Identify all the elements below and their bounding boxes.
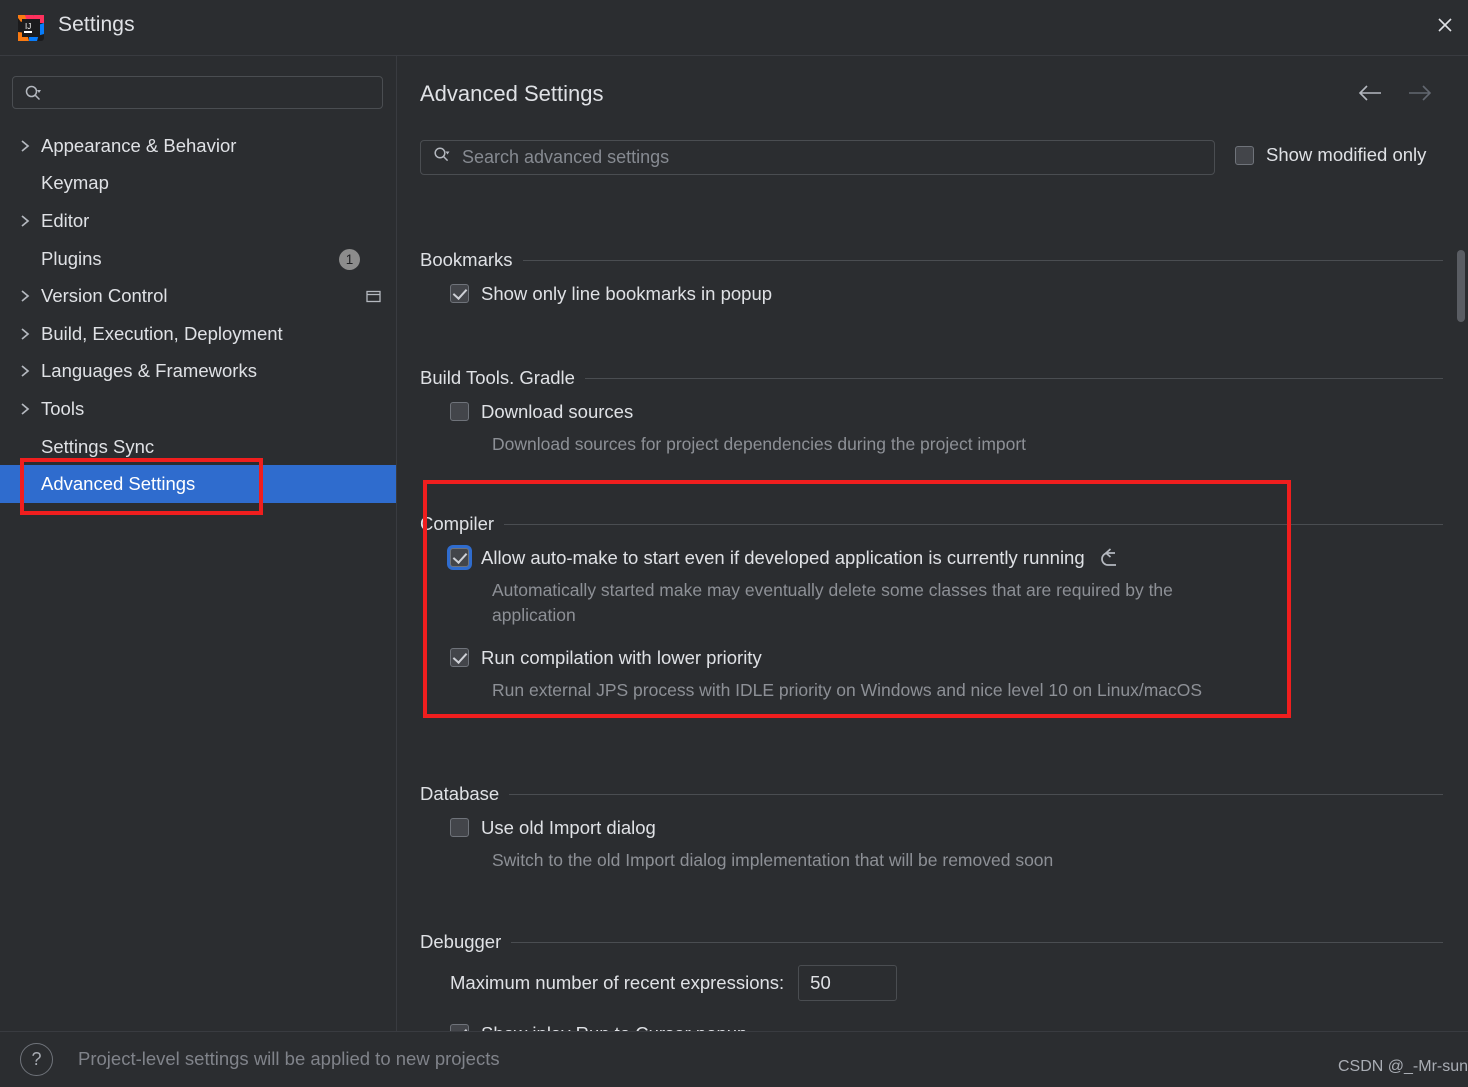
setting-label: Show inlay Run to Cursor popup bbox=[481, 1023, 747, 1031]
settings-list: Bookmarks Show only line bookmarks in pop… bbox=[397, 188, 1468, 1031]
sidebar-item-label: Editor bbox=[41, 209, 90, 231]
sidebar-item-badge: 1 bbox=[339, 248, 360, 270]
section-title: Debugger bbox=[420, 931, 502, 952]
setting-label: Allow auto-make to start even if develop… bbox=[481, 547, 1085, 568]
advanced-settings-search-placeholder: Search advanced settings bbox=[462, 147, 670, 167]
sidebar-search-input[interactable] bbox=[12, 76, 383, 109]
revert-icon[interactable] bbox=[1099, 547, 1123, 574]
sidebar-item-languages-frameworks[interactable]: Languages & Frameworks bbox=[0, 353, 396, 391]
chevron-right-icon[interactable] bbox=[17, 325, 34, 342]
intellij-idea-logo-icon: IJ bbox=[17, 14, 45, 42]
settings-scrollbar[interactable] bbox=[1454, 188, 1468, 1031]
sidebar-item-label: Version Control bbox=[41, 285, 168, 307]
watermark: CSDN @_-Mr-sun bbox=[1338, 1058, 1468, 1075]
sidebar-item-editor[interactable]: Editor bbox=[0, 202, 396, 240]
sidebar-item-version-control[interactable]: Version Control bbox=[0, 277, 396, 315]
section-header: Build Tools. Gradle bbox=[420, 367, 1443, 388]
checkbox-box[interactable] bbox=[450, 402, 469, 421]
show-modified-only-label: Show modified only bbox=[1266, 144, 1427, 165]
setting-checkbox-row[interactable]: Show inlay Run to Cursor popup bbox=[420, 1023, 1420, 1031]
close-icon[interactable] bbox=[1422, 0, 1468, 50]
section-title: Database bbox=[420, 783, 500, 804]
checkbox-box[interactable] bbox=[450, 648, 469, 667]
dialog-footer: ? Project-level settings will be applied… bbox=[0, 1032, 1468, 1087]
setting-label: Download sources bbox=[481, 401, 634, 422]
section-header: Bookmarks bbox=[420, 249, 1443, 270]
sidebar-item-build-execution-deployment[interactable]: Build, Execution, Deployment bbox=[0, 315, 396, 353]
setting-label: Maximum number of recent expressions: bbox=[450, 972, 785, 993]
section-title: Compiler bbox=[420, 513, 495, 534]
setting-description: Switch to the old Import dialog implemen… bbox=[492, 850, 1054, 870]
setting-checkbox-row[interactable]: Show only line bookmarks in popup bbox=[420, 283, 1420, 305]
chevron-right-icon[interactable] bbox=[17, 137, 34, 154]
help-icon[interactable]: ? bbox=[20, 1043, 53, 1076]
settings-tree: Appearance & Behavior Keymap Editor Plugins… bbox=[0, 127, 396, 503]
section-title: Build Tools. Gradle bbox=[420, 367, 575, 388]
arrow-left-icon[interactable] bbox=[1357, 84, 1383, 107]
navigation-arrows bbox=[1357, 84, 1433, 107]
sidebar-item-tools[interactable]: Tools bbox=[0, 390, 396, 428]
arrow-right-icon bbox=[1407, 84, 1433, 107]
sidebar-item-advanced-settings[interactable]: Advanced Settings bbox=[0, 465, 396, 503]
sidebar-item-label: Tools bbox=[41, 397, 85, 419]
section-divider bbox=[522, 259, 1443, 261]
sidebar-item-label: Keymap bbox=[41, 172, 109, 194]
setting-label: Run compilation with lower priority bbox=[481, 647, 762, 668]
project-scope-icon bbox=[365, 288, 382, 305]
page-title: Advanced Settings bbox=[420, 81, 604, 106]
window-title: Settings bbox=[58, 13, 135, 36]
checkbox-box[interactable] bbox=[450, 818, 469, 837]
search-icon bbox=[433, 146, 451, 169]
setting-label: Use old Import dialog bbox=[481, 817, 656, 838]
chevron-right-icon[interactable] bbox=[17, 288, 34, 305]
settings-main-panel: Advanced Settings Search advanced settin… bbox=[397, 56, 1468, 1031]
setting-description: Download sources for project dependencie… bbox=[492, 434, 1027, 454]
setting-checkbox-row[interactable]: Run compilation with lower priority bbox=[420, 647, 1420, 669]
scrollbar-thumb[interactable] bbox=[1457, 250, 1465, 322]
settings-dialog: IJ Settings Appearance & Behavior Keymap E… bbox=[0, 0, 1468, 1087]
chevron-right-icon[interactable] bbox=[17, 363, 34, 380]
section-header: Compiler bbox=[420, 513, 1443, 534]
title-bar: IJ Settings bbox=[0, 0, 1468, 55]
sidebar-item-settings-sync[interactable]: Settings Sync bbox=[0, 428, 396, 466]
section-header: Database bbox=[420, 783, 1443, 804]
setting-number-row: Maximum number of recent expressions: 50 bbox=[420, 965, 898, 1001]
section-divider bbox=[584, 377, 1443, 379]
setting-label: Show only line bookmarks in popup bbox=[481, 283, 773, 304]
sidebar-item-label: Settings Sync bbox=[41, 435, 155, 457]
search-icon bbox=[24, 84, 42, 102]
svg-text:IJ: IJ bbox=[25, 22, 31, 31]
sidebar-item-keymap[interactable]: Keymap bbox=[0, 165, 396, 203]
checkbox-box[interactable] bbox=[1235, 146, 1254, 165]
settings-sidebar: Appearance & Behavior Keymap Editor Plugins… bbox=[0, 56, 396, 1031]
setting-checkbox-row[interactable]: Allow auto-make to start even if develop… bbox=[420, 547, 1420, 574]
section-divider bbox=[511, 941, 1443, 943]
checkbox-box[interactable] bbox=[450, 1024, 469, 1031]
section-title: Bookmarks bbox=[420, 249, 513, 270]
checkbox-box[interactable] bbox=[450, 284, 469, 303]
sidebar-item-label: Advanced Settings bbox=[41, 473, 196, 495]
sidebar-item-plugins[interactable]: Plugins 1 bbox=[0, 240, 396, 278]
setting-checkbox-row[interactable]: Use old Import dialog bbox=[420, 817, 1420, 839]
footer-note: Project-level settings will be applied t… bbox=[78, 1048, 500, 1069]
advanced-settings-search-input[interactable]: Search advanced settings bbox=[420, 140, 1215, 175]
checkbox-box[interactable] bbox=[450, 548, 469, 567]
sidebar-item-label: Plugins bbox=[41, 247, 102, 269]
section-divider bbox=[504, 523, 1443, 525]
setting-description: Run external JPS process with IDLE prior… bbox=[492, 680, 1203, 700]
sidebar-item-label: Languages & Frameworks bbox=[41, 360, 257, 382]
setting-checkbox-row[interactable]: Download sources bbox=[420, 401, 1420, 423]
sidebar-item-appearance-behavior[interactable]: Appearance & Behavior bbox=[0, 127, 396, 165]
chevron-right-icon[interactable] bbox=[17, 400, 34, 417]
max-recent-expressions-input[interactable]: 50 bbox=[798, 965, 898, 1001]
section-divider bbox=[509, 793, 1443, 795]
chevron-right-icon[interactable] bbox=[17, 212, 34, 229]
sidebar-item-label: Appearance & Behavior bbox=[41, 134, 237, 156]
show-modified-only-checkbox[interactable]: Show modified only bbox=[1235, 144, 1426, 166]
section-header: Debugger bbox=[420, 931, 1443, 952]
setting-description: Automatically started make may eventuall… bbox=[492, 580, 1173, 625]
sidebar-item-label: Build, Execution, Deployment bbox=[41, 322, 283, 344]
